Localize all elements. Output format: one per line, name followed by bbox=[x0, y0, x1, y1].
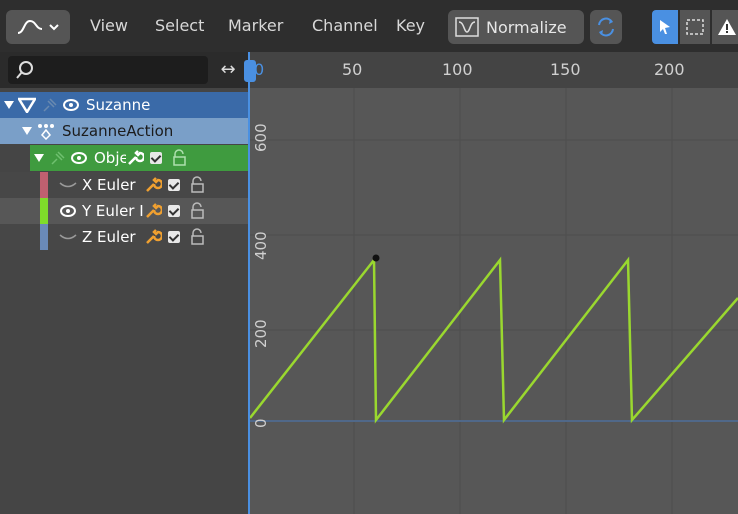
channel-label: Y Euler I bbox=[82, 202, 144, 220]
channel-region: ↔ Suzanne SuzanneAction Obje X Euler Y E… bbox=[0, 52, 248, 514]
channel-group-object-transforms[interactable]: Obje bbox=[30, 145, 248, 171]
lock-icon[interactable] bbox=[188, 228, 206, 246]
checkbox-icon[interactable] bbox=[168, 231, 180, 243]
graph-editor-icon bbox=[17, 19, 43, 34]
menu-marker[interactable]: Marker bbox=[228, 8, 283, 44]
warning-button[interactable] bbox=[712, 10, 738, 44]
eye-icon[interactable] bbox=[62, 98, 80, 112]
fcurve-y-euler[interactable]: Y Euler I bbox=[0, 198, 248, 224]
cursor-icon bbox=[660, 20, 670, 34]
pin-icon[interactable] bbox=[40, 97, 58, 113]
wrench-icon[interactable] bbox=[126, 149, 144, 167]
select-tool-button[interactable] bbox=[652, 10, 678, 44]
object-icon bbox=[18, 97, 36, 113]
menu-key[interactable]: Key bbox=[396, 8, 425, 44]
hidden-eye-icon[interactable] bbox=[58, 178, 78, 192]
channel-label: Suzanne bbox=[86, 96, 151, 114]
y-tick-label: 400 bbox=[252, 231, 270, 260]
fcurve-z-euler[interactable]: Z Euler bbox=[0, 224, 248, 250]
checkbox-icon[interactable] bbox=[150, 152, 162, 164]
warning-icon bbox=[718, 19, 736, 35]
normalize-icon bbox=[455, 17, 479, 37]
graph-canvas[interactable]: 600 400 200 0 bbox=[248, 52, 738, 514]
search-icon bbox=[16, 61, 33, 79]
frame-tick-label: 100 bbox=[442, 60, 473, 79]
checkbox-icon[interactable] bbox=[168, 205, 180, 217]
frame-tick-label: 50 bbox=[342, 60, 363, 79]
channel-label: Obje bbox=[94, 149, 126, 167]
search-row: ↔ bbox=[0, 52, 248, 88]
y-euler-curve[interactable] bbox=[249, 256, 738, 424]
refresh-icon bbox=[598, 17, 614, 37]
normalize-label: Normalize bbox=[486, 17, 567, 37]
keyframe-handle[interactable] bbox=[372, 254, 380, 262]
curve-color-swatch bbox=[40, 198, 48, 224]
y-tick-label: 0 bbox=[252, 418, 270, 428]
graph-svg: 600 400 200 0 bbox=[248, 88, 738, 514]
box-select-icon bbox=[686, 19, 704, 35]
frame-tick-label: 200 bbox=[654, 60, 685, 79]
graph-editor-header: View Select Marker Channel Key Normalize bbox=[0, 0, 738, 53]
checkbox-icon[interactable] bbox=[168, 179, 180, 191]
curve-color-swatch bbox=[40, 172, 48, 198]
y-tick-label: 600 bbox=[252, 123, 270, 152]
y-tick-label: 200 bbox=[252, 319, 270, 348]
lock-icon[interactable] bbox=[188, 176, 206, 194]
eye-icon[interactable] bbox=[58, 204, 78, 218]
menu-view[interactable]: View bbox=[90, 8, 128, 44]
lock-icon[interactable] bbox=[170, 149, 188, 167]
curve-color-swatch bbox=[40, 224, 48, 250]
playhead-knob[interactable] bbox=[244, 60, 256, 82]
timeline-ruler[interactable]: 0 50 100 150 200 bbox=[248, 52, 738, 88]
expand-triangle-icon[interactable] bbox=[4, 101, 14, 109]
normalize-toggle[interactable]: Normalize bbox=[448, 10, 584, 44]
lock-icon[interactable] bbox=[188, 202, 206, 220]
frame-tick-label: 150 bbox=[550, 60, 581, 79]
playhead-line[interactable] bbox=[248, 52, 250, 514]
menu-select[interactable]: Select bbox=[155, 8, 204, 44]
action-icon bbox=[38, 124, 54, 140]
wrench-icon[interactable] bbox=[144, 228, 162, 246]
wrench-icon[interactable] bbox=[144, 176, 162, 194]
wrench-icon[interactable] bbox=[144, 202, 162, 220]
channel-object-suzanne[interactable]: Suzanne bbox=[0, 92, 248, 118]
channel-action[interactable]: SuzanneAction bbox=[0, 118, 248, 144]
search-input[interactable] bbox=[8, 56, 208, 84]
expand-triangle-icon[interactable] bbox=[22, 127, 32, 135]
menu-channel[interactable]: Channel bbox=[312, 8, 378, 44]
channel-label: SuzanneAction bbox=[62, 122, 174, 140]
swap-arrows-icon[interactable]: ↔ bbox=[212, 56, 244, 84]
expand-triangle-icon[interactable] bbox=[34, 154, 44, 162]
eye-icon[interactable] bbox=[70, 151, 88, 165]
refresh-button[interactable] bbox=[590, 10, 622, 44]
box-select-tool-button[interactable] bbox=[680, 10, 710, 44]
channel-label: X Euler bbox=[82, 176, 136, 194]
hidden-eye-icon[interactable] bbox=[58, 230, 78, 244]
fcurve-x-euler[interactable]: X Euler bbox=[0, 172, 248, 198]
pin-icon[interactable] bbox=[48, 150, 66, 166]
channel-label: Z Euler bbox=[82, 228, 136, 246]
editor-type-selector[interactable] bbox=[6, 10, 70, 44]
channel-list: Suzanne SuzanneAction Obje X Euler Y Eul… bbox=[0, 88, 248, 514]
chevron-down-icon bbox=[49, 24, 59, 31]
